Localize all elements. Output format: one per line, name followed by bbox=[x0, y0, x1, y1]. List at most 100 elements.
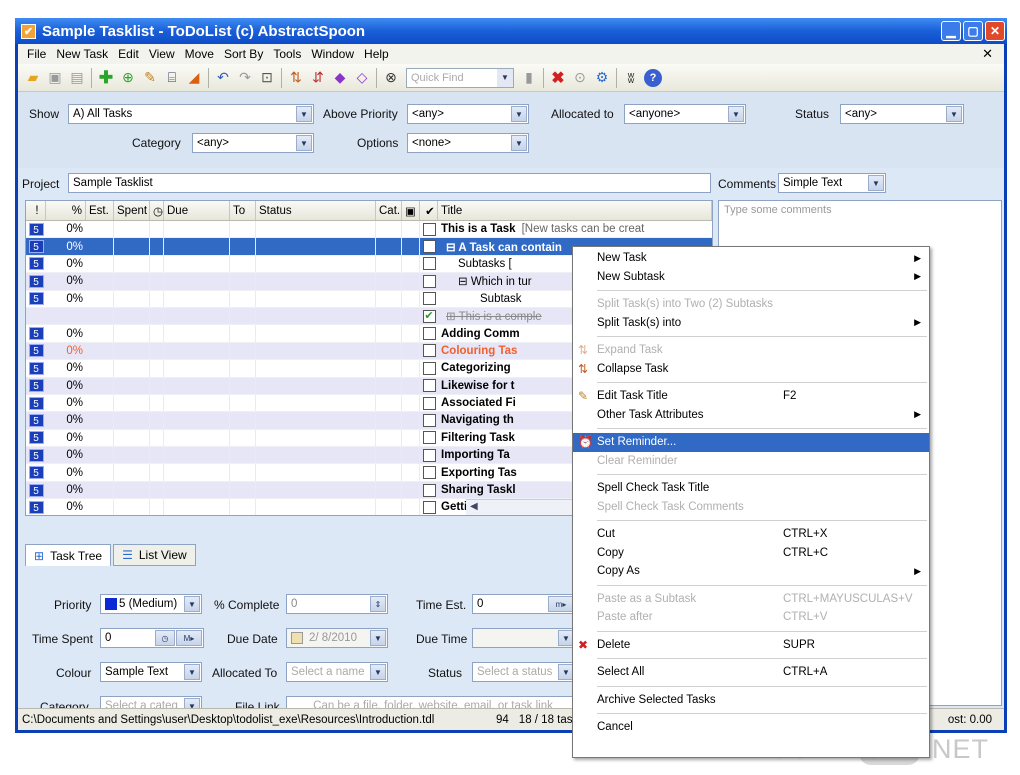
context-menu-item-spell-check-task-comments[interactable]: Spell Check Task Comments bbox=[573, 498, 929, 517]
context-menu-item-paste-after[interactable]: Paste after CTRL+V bbox=[573, 608, 929, 627]
time-spent-input[interactable]: 0 ◷ M ▸ bbox=[100, 628, 204, 648]
priority-cell[interactable]: 5 bbox=[26, 273, 46, 289]
grid-cell[interactable] bbox=[150, 290, 164, 307]
percent-cell[interactable]: 0% bbox=[46, 325, 86, 341]
grid-cell[interactable] bbox=[114, 360, 150, 377]
grid-cell[interactable] bbox=[114, 447, 150, 464]
grid-cell[interactable] bbox=[86, 255, 114, 273]
grid-cell[interactable] bbox=[150, 325, 164, 342]
grid-cell[interactable] bbox=[150, 377, 164, 394]
context-menu-item-collapse-task[interactable]: ⇅ Collapse Task bbox=[573, 360, 929, 379]
grid-cell[interactable] bbox=[256, 464, 376, 481]
grid-cell[interactable] bbox=[230, 447, 256, 464]
quick-find-input[interactable]: Quick Find ▼ bbox=[406, 67, 514, 88]
grid-cell[interactable] bbox=[256, 325, 376, 342]
grid-cell[interactable] bbox=[256, 429, 376, 447]
grid-cell[interactable] bbox=[164, 221, 230, 238]
options-filter-select[interactable]: <none> ▼ bbox=[407, 133, 529, 153]
percent-cell[interactable]: 0% bbox=[46, 412, 86, 428]
done-checkbox[interactable] bbox=[420, 325, 438, 341]
priority-cell[interactable]: 5 bbox=[26, 221, 46, 237]
grid-cell[interactable] bbox=[86, 342, 114, 360]
context-menu-item-expand-task[interactable]: ⇅ Expand Task bbox=[573, 341, 929, 360]
grid-cell[interactable] bbox=[376, 394, 402, 412]
done-checkbox[interactable] bbox=[420, 256, 438, 272]
menu-edit[interactable]: Edit bbox=[113, 47, 144, 61]
column-header[interactable]: Title bbox=[438, 201, 712, 220]
grid-cell[interactable] bbox=[164, 464, 230, 481]
grid-cell[interactable] bbox=[230, 290, 256, 307]
grid-cell[interactable] bbox=[256, 273, 376, 290]
column-header[interactable]: Est. bbox=[86, 201, 114, 220]
percent-cell[interactable]: 0% bbox=[46, 499, 86, 515]
grid-cell[interactable] bbox=[164, 447, 230, 464]
context-menu-item-delete[interactable]: ✖ Delete SUPR bbox=[573, 636, 929, 655]
priority-cell[interactable]: 5 bbox=[26, 482, 46, 498]
grid-cell[interactable] bbox=[150, 221, 164, 238]
grid-cell[interactable] bbox=[114, 238, 150, 255]
grid-cell[interactable] bbox=[376, 377, 402, 394]
context-menu-item-new-task[interactable]: New Task ▶ bbox=[573, 249, 929, 268]
context-menu-item-edit-task-title[interactable]: ✎ Edit Task Title F2 bbox=[573, 387, 929, 406]
redo-icon[interactable]: ↷ bbox=[236, 69, 254, 87]
new-subtask-icon[interactable]: ⊕ bbox=[119, 69, 137, 87]
grid-cell[interactable] bbox=[376, 464, 402, 481]
grid-cell[interactable] bbox=[164, 412, 230, 429]
grid-cell[interactable] bbox=[230, 464, 256, 481]
grid-cell[interactable] bbox=[86, 273, 114, 290]
clean-icon[interactable]: ◢ bbox=[185, 69, 203, 87]
priority-cell[interactable]: 5 bbox=[26, 256, 46, 272]
column-header[interactable]: Cat. bbox=[376, 201, 402, 220]
grid-cell[interactable] bbox=[402, 360, 420, 377]
priority-cell[interactable]: 5 bbox=[26, 343, 46, 359]
done-checkbox[interactable] bbox=[420, 273, 438, 289]
priority-cell[interactable]: 5 bbox=[26, 395, 46, 411]
grid-cell[interactable] bbox=[256, 255, 376, 273]
grid-cell[interactable] bbox=[164, 325, 230, 342]
close-button[interactable]: ✕ bbox=[985, 21, 1005, 41]
percent-cell[interactable]: 0% bbox=[46, 482, 86, 498]
open-folder-icon[interactable]: ▰ bbox=[24, 69, 42, 87]
menu-window[interactable]: Window bbox=[306, 47, 359, 61]
grid-cell[interactable] bbox=[150, 307, 164, 325]
percent-cell[interactable]: 0% bbox=[46, 464, 86, 480]
grid-cell[interactable] bbox=[402, 325, 420, 342]
title-bar[interactable]: ✔ Sample Tasklist - ToDoList (c) Abstrac… bbox=[15, 18, 1007, 44]
done-checkbox[interactable] bbox=[420, 343, 438, 359]
comments-type-select[interactable]: Simple Text ▼ bbox=[778, 173, 886, 193]
grid-cell[interactable] bbox=[114, 290, 150, 307]
date-checkbox[interactable] bbox=[291, 632, 303, 644]
grid-cell[interactable] bbox=[86, 307, 114, 325]
done-checkbox[interactable] bbox=[420, 499, 438, 515]
status-select[interactable]: Select a status ▼ bbox=[472, 662, 576, 682]
move-left-icon[interactable]: ◆ bbox=[331, 69, 349, 87]
maximize-button[interactable]: ▢ bbox=[963, 21, 983, 41]
percent-cell[interactable]: 0% bbox=[46, 447, 86, 463]
grid-cell[interactable] bbox=[150, 499, 164, 515]
expand-all-icon[interactable]: ⇅ bbox=[287, 69, 305, 87]
grid-cell[interactable] bbox=[402, 221, 420, 238]
grid-cell[interactable] bbox=[150, 481, 164, 499]
context-menu-item-clear-reminder[interactable]: Clear Reminder bbox=[573, 452, 929, 471]
save-icon[interactable]: ▣ bbox=[46, 69, 64, 87]
table-row[interactable]: 5 0% This is a Task [New tasks can be creat bbox=[26, 221, 712, 239]
grid-cell[interactable] bbox=[230, 255, 256, 273]
time-unit-button[interactable]: m ▸ bbox=[548, 596, 574, 612]
grid-cell[interactable] bbox=[256, 412, 376, 429]
grid-cell[interactable] bbox=[164, 238, 230, 255]
column-header[interactable]: ◷ bbox=[150, 201, 164, 220]
grid-cell[interactable] bbox=[114, 273, 150, 290]
done-checkbox[interactable] bbox=[420, 464, 438, 480]
grid-cell[interactable] bbox=[86, 290, 114, 307]
new-task-icon[interactable]: ✚ bbox=[97, 68, 115, 87]
rename-icon[interactable]: ⌸ bbox=[163, 69, 181, 87]
context-menu-item-cut[interactable]: Cut CTRL+X bbox=[573, 525, 929, 544]
minimize-button[interactable]: ▁ bbox=[941, 21, 961, 41]
grid-cell[interactable] bbox=[230, 273, 256, 290]
grid-cell[interactable] bbox=[114, 255, 150, 273]
grid-cell[interactable] bbox=[376, 499, 402, 515]
grid-cell[interactable] bbox=[230, 307, 256, 325]
grid-cell[interactable] bbox=[164, 377, 230, 394]
grid-cell[interactable] bbox=[114, 412, 150, 429]
grid-cell[interactable] bbox=[164, 342, 230, 360]
